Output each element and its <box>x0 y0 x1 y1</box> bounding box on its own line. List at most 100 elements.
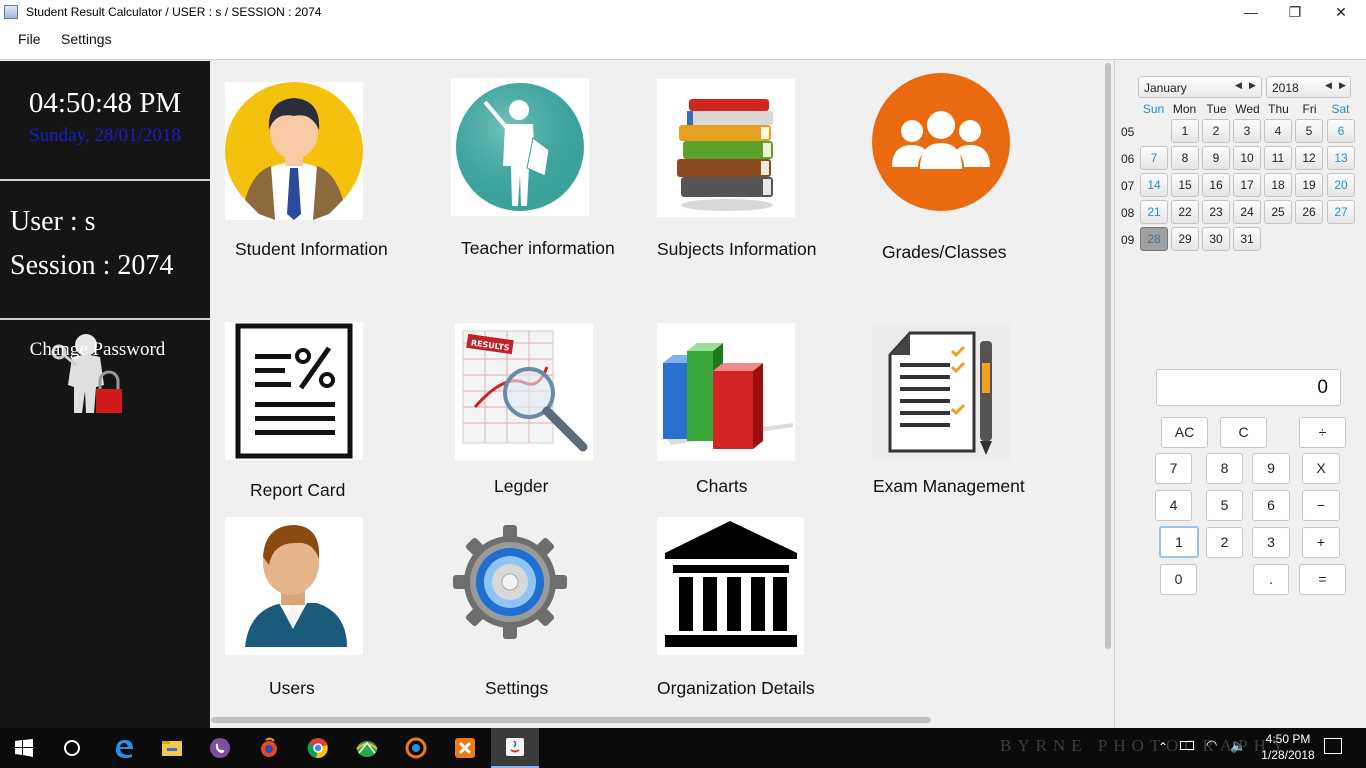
calc-key-1[interactable]: 1 <box>1159 526 1199 558</box>
calendar-day[interactable]: 22 <box>1171 200 1199 224</box>
tile-subjects-information[interactable]: Subjects Information <box>657 239 817 260</box>
notification-icon[interactable] <box>1324 738 1342 754</box>
year-prev-icon[interactable]: ◀ <box>1325 80 1332 91</box>
calc-key-6[interactable]: 6 <box>1252 490 1290 521</box>
maximize-button[interactable]: ❐ <box>1272 0 1318 24</box>
bar-chart-icon[interactable] <box>657 323 795 461</box>
calc-key-decimal[interactable]: . <box>1253 564 1289 595</box>
system-clock[interactable]: 4:50 PM 1/28/2018 <box>1258 731 1318 763</box>
calendar-day[interactable]: 19 <box>1295 173 1323 197</box>
student-icon[interactable] <box>225 82 363 220</box>
wifi-icon[interactable]: ◠ <box>1206 737 1217 753</box>
calc-key-9[interactable]: 9 <box>1252 453 1290 484</box>
calendar-day-selected[interactable]: 28 <box>1140 227 1168 251</box>
calc-key-equals[interactable]: = <box>1299 564 1346 595</box>
calc-key-0[interactable]: 0 <box>1160 564 1197 595</box>
tile-ledger[interactable]: Legder <box>494 476 549 497</box>
calendar-day[interactable]: 15 <box>1171 173 1199 197</box>
minimize-button[interactable]: — <box>1228 0 1274 24</box>
file-explorer-icon[interactable] <box>148 728 196 768</box>
calendar-day[interactable]: 2 <box>1202 119 1230 143</box>
chevron-up-icon[interactable]: ⌃ <box>1158 740 1168 754</box>
calendar-day[interactable]: 27 <box>1327 200 1355 224</box>
calendar-day[interactable]: 18 <box>1264 173 1292 197</box>
calc-key-multiply[interactable]: X <box>1302 453 1340 484</box>
calendar-day[interactable]: 6 <box>1327 119 1355 143</box>
java-app-icon[interactable] <box>491 728 539 768</box>
year-selector[interactable]: 2018 ◀ ▶ <box>1266 76 1351 98</box>
chrome-icon[interactable] <box>294 728 342 768</box>
gear-icon[interactable] <box>451 523 569 641</box>
calendar-day[interactable]: 14 <box>1140 173 1168 197</box>
calendar-day[interactable]: 3 <box>1233 119 1261 143</box>
vertical-scrollbar[interactable] <box>1103 61 1112 651</box>
month-selector[interactable]: January ◀ ▶ <box>1138 76 1262 98</box>
month-prev-icon[interactable]: ◀ <box>1235 80 1242 91</box>
calendar-day[interactable]: 21 <box>1140 200 1168 224</box>
user-avatar-icon[interactable] <box>225 517 363 655</box>
calendar-day[interactable]: 30 <box>1202 227 1230 251</box>
group-icon[interactable] <box>872 73 1010 211</box>
calendar-day[interactable]: 10 <box>1233 146 1261 170</box>
viber-icon[interactable] <box>196 728 244 768</box>
calc-key-ac[interactable]: AC <box>1161 417 1208 448</box>
calendar-day[interactable]: 26 <box>1295 200 1323 224</box>
tile-users[interactable]: Users <box>269 678 315 699</box>
tile-settings[interactable]: Settings <box>485 678 548 699</box>
month-next-icon[interactable]: ▶ <box>1249 80 1256 91</box>
calendar-day[interactable]: 9 <box>1202 146 1230 170</box>
calendar-day[interactable]: 7 <box>1140 146 1168 170</box>
battery-icon[interactable] <box>1180 741 1194 750</box>
bank-building-icon[interactable] <box>657 517 804 655</box>
calc-key-2[interactable]: 2 <box>1206 527 1243 558</box>
calc-key-8[interactable]: 8 <box>1206 453 1243 484</box>
search-icon[interactable] <box>48 728 96 768</box>
calendar-day[interactable]: 4 <box>1264 119 1292 143</box>
calc-key-5[interactable]: 5 <box>1206 490 1243 521</box>
calc-key-divide[interactable]: ÷ <box>1299 417 1346 448</box>
calc-key-add[interactable]: + <box>1302 527 1340 558</box>
calendar-day[interactable]: 5 <box>1295 119 1323 143</box>
tile-charts[interactable]: Charts <box>696 476 748 497</box>
start-button[interactable] <box>0 728 48 768</box>
calendar-day[interactable]: 25 <box>1264 200 1292 224</box>
calendar-day[interactable]: 24 <box>1233 200 1261 224</box>
calc-key-subtract[interactable]: − <box>1302 490 1340 521</box>
menu-file[interactable]: File <box>18 31 41 47</box>
calendar-day[interactable]: 1 <box>1171 119 1199 143</box>
exam-checklist-icon[interactable] <box>872 323 1010 461</box>
calendar-day[interactable]: 13 <box>1327 146 1355 170</box>
calendar-day[interactable]: 29 <box>1171 227 1199 251</box>
menu-settings[interactable]: Settings <box>61 31 112 47</box>
close-button[interactable]: ✕ <box>1318 0 1364 24</box>
calendar-day[interactable]: 16 <box>1202 173 1230 197</box>
teacher-icon[interactable] <box>451 78 589 216</box>
change-password-link[interactable]: Change Password <box>0 339 195 361</box>
calc-key-c[interactable]: C <box>1220 417 1267 448</box>
edge-browser-icon[interactable] <box>100 728 148 768</box>
calc-key-3[interactable]: 3 <box>1252 527 1290 558</box>
vertical-scrollbar-thumb[interactable] <box>1105 63 1111 649</box>
books-icon[interactable] <box>657 79 795 217</box>
horizontal-scrollbar[interactable] <box>211 717 931 723</box>
volume-icon[interactable]: 🔈 <box>1230 738 1246 754</box>
year-next-icon[interactable]: ▶ <box>1339 80 1346 91</box>
calendar-day[interactable]: 8 <box>1171 146 1199 170</box>
tile-teacher-information[interactable]: Teacher information <box>461 238 615 259</box>
tile-exam-management[interactable]: Exam Management <box>873 476 1025 497</box>
ledger-icon[interactable]: RESULTS <box>455 323 593 461</box>
tile-organization-details[interactable]: Organization Details <box>657 678 815 699</box>
report-card-icon[interactable] <box>225 322 363 460</box>
tile-student-information[interactable]: Student Information <box>235 239 388 260</box>
calendar-day[interactable]: 12 <box>1295 146 1323 170</box>
calc-key-4[interactable]: 4 <box>1155 490 1192 521</box>
globe-app-icon[interactable] <box>343 728 391 768</box>
tile-report-card[interactable]: Report Card <box>250 480 345 501</box>
xampp-icon[interactable] <box>441 728 489 768</box>
calendar-day[interactable]: 23 <box>1202 200 1230 224</box>
calc-key-7[interactable]: 7 <box>1155 453 1192 484</box>
browser-app-icon[interactable] <box>245 728 293 768</box>
tile-grades-classes[interactable]: Grades/Classes <box>882 242 1007 263</box>
teamviewer-icon[interactable] <box>392 728 440 768</box>
calendar-day[interactable]: 17 <box>1233 173 1261 197</box>
